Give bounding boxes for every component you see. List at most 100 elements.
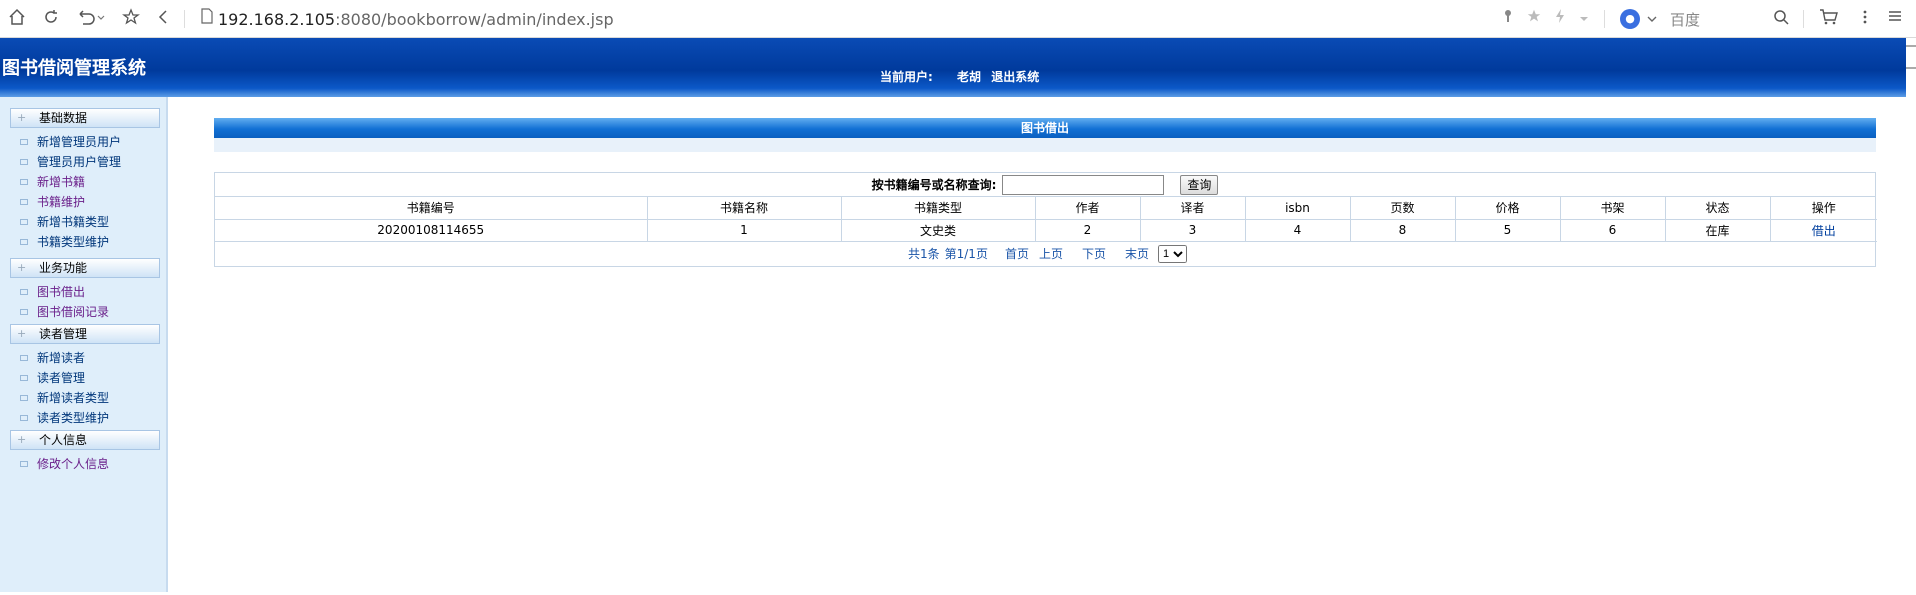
plus-icon: +: [17, 327, 27, 340]
cell-shelf: 6: [1560, 219, 1666, 242]
star-icon[interactable]: [1523, 8, 1545, 30]
page-icon: [196, 8, 218, 30]
column-header: isbn: [1245, 197, 1351, 220]
column-header: 页数: [1350, 197, 1456, 220]
cell-status: 在库: [1665, 219, 1771, 242]
column-header: 状态: [1665, 197, 1771, 220]
minus-box-icon: [20, 238, 28, 245]
pager-page-info: 第1/1页: [944, 247, 988, 261]
sidebar-item-borrow-records[interactable]: 图书借阅记录: [20, 304, 109, 320]
sidebar-item-add-book-type[interactable]: 新增书籍类型: [20, 214, 109, 230]
browser-toolbar: 192.168.2.105:8080/bookborrow/admin/inde…: [0, 0, 1916, 38]
cell-translator: 3: [1140, 219, 1246, 242]
logout-link[interactable]: 退出系统: [991, 70, 1039, 84]
cell-book-type: 文史类: [841, 219, 1036, 242]
cart-icon[interactable]: [1818, 8, 1840, 30]
books-table: 书籍编号 书籍名称 书籍类型 作者 译者 isbn 页数 价格 书架 状态 操作…: [215, 197, 1877, 242]
sidebar-item-add-admin[interactable]: 新增管理员用户: [20, 134, 121, 150]
sidebar-item-reader-type-maintain[interactable]: 读者类型维护: [20, 410, 109, 426]
minus-box-icon: [20, 218, 28, 225]
sidebar-item-add-book[interactable]: 新增书籍: [20, 174, 85, 190]
sidebar-item-add-reader[interactable]: 新增读者: [20, 350, 85, 366]
star-icon[interactable]: [120, 8, 142, 30]
sidebar-item-label: 图书借出: [37, 285, 86, 299]
app-title: 图书借阅管理系统: [2, 58, 146, 79]
refresh-icon[interactable]: [40, 8, 62, 30]
panel-strip: [214, 138, 1876, 152]
url-host: 192.168.2.105: [218, 10, 336, 29]
home-icon[interactable]: [6, 8, 28, 30]
more-icon[interactable]: [1854, 8, 1876, 30]
sidebar: + 基础数据 新增管理员用户 管理员用户管理 新增书籍 书籍维护 新增书籍类型 …: [0, 97, 168, 592]
cell-isbn: 4: [1245, 219, 1351, 242]
minus-box-icon: [20, 158, 28, 165]
minus-box-icon: [20, 178, 28, 185]
right-edge-bar: [1906, 38, 1916, 592]
table-header-row: 书籍编号 书籍名称 书籍类型 作者 译者 isbn 页数 价格 书架 状态 操作: [215, 197, 1877, 220]
sidebar-item-add-reader-type[interactable]: 新增读者类型: [20, 390, 109, 406]
menu-icon[interactable]: [1884, 8, 1906, 30]
pager-next-link[interactable]: 下页: [1082, 245, 1106, 262]
pager-prev-link[interactable]: 上页: [1039, 245, 1063, 262]
sidebar-item-label: 图书借阅记录: [37, 305, 110, 319]
cell-book-name: 1: [647, 219, 842, 242]
plus-icon: +: [17, 433, 27, 446]
sidebar-item-reader-manage[interactable]: 读者管理: [20, 370, 85, 386]
current-user-label: 当前用户:: [880, 70, 933, 84]
sidebar-group-basic-data[interactable]: + 基础数据: [10, 108, 160, 128]
search-engine-box[interactable]: ● 百度: [1620, 8, 1700, 30]
key-icon[interactable]: [1497, 8, 1519, 30]
app-header: 图书借阅管理系统 当前用户: 老胡 退出系统: [0, 38, 1916, 97]
sidebar-group-label: 个人信息: [39, 433, 88, 447]
sidebar-group-label: 基础数据: [39, 111, 88, 125]
toolbar-divider: [1803, 10, 1804, 28]
sidebar-group-personal[interactable]: + 个人信息: [10, 430, 160, 450]
page-select[interactable]: 1: [1158, 244, 1188, 263]
column-header: 书架: [1560, 197, 1666, 220]
sidebar-item-label: 书籍类型维护: [37, 235, 110, 249]
sidebar-group-readers[interactable]: + 读者管理: [10, 324, 160, 344]
search-button[interactable]: 查询: [1180, 174, 1219, 195]
plus-icon: +: [17, 261, 27, 274]
sidebar-group-business[interactable]: + 业务功能: [10, 258, 160, 278]
sidebar-item-label: 新增书籍: [37, 175, 86, 189]
panel-title: 图书借出: [214, 118, 1876, 138]
cell-action: 借出: [1770, 219, 1877, 242]
pager-first-link[interactable]: 首页: [1005, 245, 1029, 262]
column-header: 书籍类型: [841, 197, 1036, 220]
chevron-down-icon[interactable]: [1646, 14, 1658, 24]
column-header: 书籍编号: [215, 197, 648, 220]
sidebar-item-label: 新增读者: [37, 351, 86, 365]
chevron-down-icon[interactable]: [1573, 8, 1595, 30]
back-icon[interactable]: [152, 8, 174, 30]
pager-last-link[interactable]: 末页: [1125, 245, 1149, 262]
sidebar-item-book-maintain[interactable]: 书籍维护: [20, 194, 85, 210]
lend-link[interactable]: 借出: [1812, 224, 1836, 238]
sidebar-item-label: 读者类型维护: [37, 411, 110, 425]
lightning-icon[interactable]: [1549, 8, 1571, 30]
url-path: :8080/bookborrow/admin/index.jsp: [335, 10, 614, 29]
sidebar-item-label: 新增书籍类型: [37, 215, 110, 229]
cell-author: 2: [1035, 219, 1141, 242]
search-icon[interactable]: [1770, 8, 1792, 30]
minus-box-icon: [20, 308, 28, 315]
sidebar-item-book-type-maintain[interactable]: 书籍类型维护: [20, 234, 109, 250]
sidebar-item-label: 新增读者类型: [37, 391, 110, 405]
plus-icon: +: [17, 111, 27, 124]
user-name: 老胡: [957, 70, 982, 84]
sidebar-item-edit-profile[interactable]: 修改个人信息: [20, 456, 109, 472]
undo-icon[interactable]: [76, 8, 106, 30]
sidebar-item-label: 修改个人信息: [37, 457, 110, 471]
address-bar[interactable]: 192.168.2.105:8080/bookborrow/admin/inde…: [218, 10, 614, 29]
search-input[interactable]: [1002, 174, 1165, 195]
column-header: 价格: [1455, 197, 1561, 220]
cell-pages: 8: [1350, 219, 1456, 242]
sidebar-item-admin-manage[interactable]: 管理员用户管理: [20, 154, 121, 170]
column-header: 书籍名称: [647, 197, 842, 220]
search-row: 按书籍编号或名称查询: 查询: [215, 173, 1875, 197]
sidebar-item-label: 书籍维护: [37, 195, 86, 209]
sidebar-item-book-lend[interactable]: 图书借出: [20, 284, 85, 300]
minus-box-icon: [20, 138, 28, 145]
minus-box-icon: [20, 288, 28, 295]
column-header: 操作: [1770, 197, 1877, 220]
